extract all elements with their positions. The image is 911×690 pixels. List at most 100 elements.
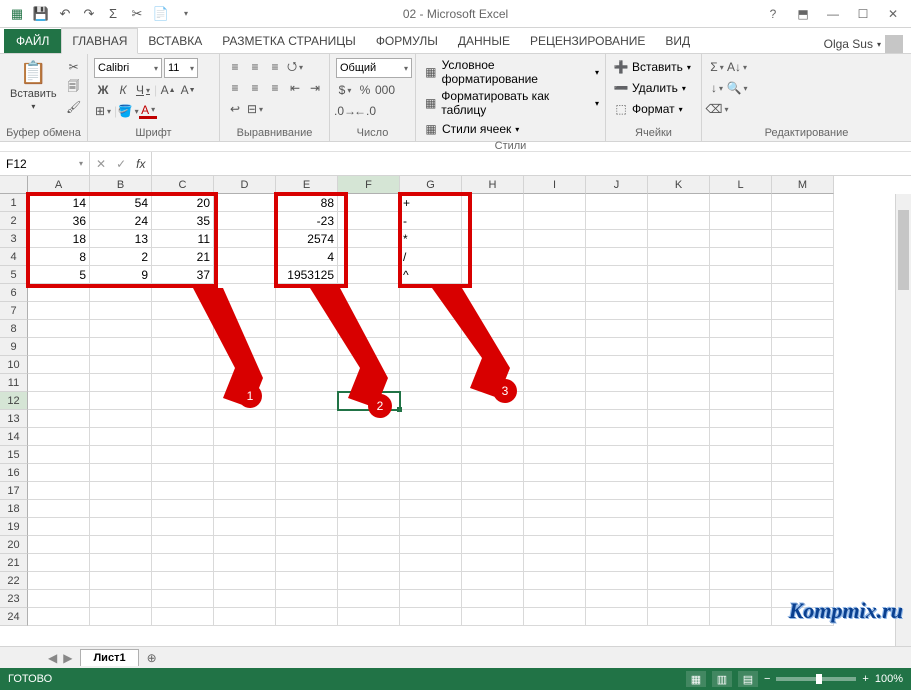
cell[interactable] bbox=[28, 446, 90, 464]
col-header[interactable]: C bbox=[152, 176, 214, 194]
cell[interactable] bbox=[338, 284, 400, 302]
cell[interactable] bbox=[772, 446, 834, 464]
cell[interactable] bbox=[276, 518, 338, 536]
cell[interactable] bbox=[524, 410, 586, 428]
cell[interactable] bbox=[338, 500, 400, 518]
insert-cells-button[interactable]: ➕Вставить▾ bbox=[612, 58, 691, 76]
cell[interactable] bbox=[586, 248, 648, 266]
cell[interactable] bbox=[648, 392, 710, 410]
autosum-icon[interactable]: Σ bbox=[708, 58, 726, 76]
cell[interactable] bbox=[648, 194, 710, 212]
cell[interactable] bbox=[772, 194, 834, 212]
cell[interactable] bbox=[710, 572, 772, 590]
cell[interactable] bbox=[710, 554, 772, 572]
cell[interactable] bbox=[338, 194, 400, 212]
cell[interactable] bbox=[524, 248, 586, 266]
cell[interactable] bbox=[586, 500, 648, 518]
cell[interactable] bbox=[90, 500, 152, 518]
cell[interactable] bbox=[710, 518, 772, 536]
cell[interactable] bbox=[462, 482, 524, 500]
cell[interactable]: 18 bbox=[28, 230, 90, 248]
cell[interactable] bbox=[214, 590, 276, 608]
cell[interactable] bbox=[338, 518, 400, 536]
format-painter-icon[interactable]: 🖌 bbox=[65, 98, 83, 116]
zoom-in-icon[interactable]: + bbox=[862, 673, 868, 685]
cell[interactable] bbox=[648, 356, 710, 374]
cell[interactable] bbox=[28, 428, 90, 446]
cell[interactable] bbox=[28, 554, 90, 572]
cell[interactable] bbox=[710, 212, 772, 230]
cell[interactable] bbox=[586, 536, 648, 554]
cell[interactable] bbox=[772, 464, 834, 482]
align-center-icon[interactable]: ≡ bbox=[246, 79, 264, 97]
autosum-icon[interactable]: Σ bbox=[104, 5, 122, 23]
col-header[interactable]: M bbox=[772, 176, 834, 194]
bold-button[interactable]: Ж bbox=[94, 81, 112, 99]
row-header[interactable]: 16 bbox=[0, 464, 28, 482]
cell[interactable] bbox=[28, 338, 90, 356]
cell[interactable] bbox=[400, 500, 462, 518]
cell[interactable] bbox=[772, 572, 834, 590]
cell[interactable] bbox=[276, 428, 338, 446]
cell[interactable] bbox=[586, 464, 648, 482]
row-header[interactable]: 5 bbox=[0, 266, 28, 284]
cell[interactable] bbox=[648, 482, 710, 500]
tab-data[interactable]: ДАННЫЕ bbox=[448, 29, 520, 53]
cell[interactable]: 20 bbox=[152, 194, 214, 212]
delete-cells-button[interactable]: ➖Удалить▾ bbox=[612, 79, 691, 97]
col-header[interactable]: L bbox=[710, 176, 772, 194]
cell[interactable] bbox=[586, 338, 648, 356]
col-header[interactable]: J bbox=[586, 176, 648, 194]
cell[interactable] bbox=[772, 518, 834, 536]
cell[interactable] bbox=[152, 338, 214, 356]
cell[interactable] bbox=[338, 356, 400, 374]
cell[interactable] bbox=[276, 338, 338, 356]
zoom-out-icon[interactable]: − bbox=[764, 673, 770, 685]
cell[interactable]: 1953125 bbox=[276, 266, 338, 284]
cell[interactable] bbox=[90, 518, 152, 536]
row-header[interactable]: 6 bbox=[0, 284, 28, 302]
cut-icon[interactable]: ✂ bbox=[128, 5, 146, 23]
cell[interactable] bbox=[710, 392, 772, 410]
cell[interactable] bbox=[338, 392, 400, 410]
cell[interactable] bbox=[400, 482, 462, 500]
cell[interactable] bbox=[524, 320, 586, 338]
align-left-icon[interactable]: ≡ bbox=[226, 79, 244, 97]
cell[interactable] bbox=[214, 464, 276, 482]
cell[interactable] bbox=[214, 248, 276, 266]
cell[interactable] bbox=[586, 608, 648, 626]
cell[interactable] bbox=[462, 518, 524, 536]
cell[interactable] bbox=[710, 536, 772, 554]
decrease-decimal-icon[interactable]: ←.0 bbox=[356, 102, 374, 120]
cell[interactable] bbox=[710, 230, 772, 248]
cell[interactable] bbox=[710, 356, 772, 374]
row-header[interactable]: 12 bbox=[0, 392, 28, 410]
cell[interactable] bbox=[152, 428, 214, 446]
cell[interactable] bbox=[648, 590, 710, 608]
cell[interactable]: ^ bbox=[400, 266, 462, 284]
cell[interactable] bbox=[90, 374, 152, 392]
cell[interactable] bbox=[772, 392, 834, 410]
cell[interactable] bbox=[338, 302, 400, 320]
help-icon[interactable]: ? bbox=[763, 4, 783, 24]
cell[interactable] bbox=[772, 284, 834, 302]
cell[interactable] bbox=[462, 500, 524, 518]
cell[interactable] bbox=[214, 428, 276, 446]
cell[interactable] bbox=[648, 536, 710, 554]
cell[interactable] bbox=[524, 194, 586, 212]
cell[interactable] bbox=[152, 572, 214, 590]
cell[interactable] bbox=[152, 518, 214, 536]
cell[interactable] bbox=[524, 482, 586, 500]
cell[interactable] bbox=[648, 374, 710, 392]
cell[interactable] bbox=[152, 392, 214, 410]
cell[interactable] bbox=[400, 428, 462, 446]
cell[interactable] bbox=[710, 302, 772, 320]
cell[interactable] bbox=[772, 536, 834, 554]
cell[interactable] bbox=[586, 266, 648, 284]
cell[interactable] bbox=[338, 590, 400, 608]
cell[interactable] bbox=[276, 464, 338, 482]
cell[interactable] bbox=[152, 536, 214, 554]
cell[interactable]: 88 bbox=[276, 194, 338, 212]
cell[interactable] bbox=[28, 590, 90, 608]
cell[interactable] bbox=[462, 428, 524, 446]
